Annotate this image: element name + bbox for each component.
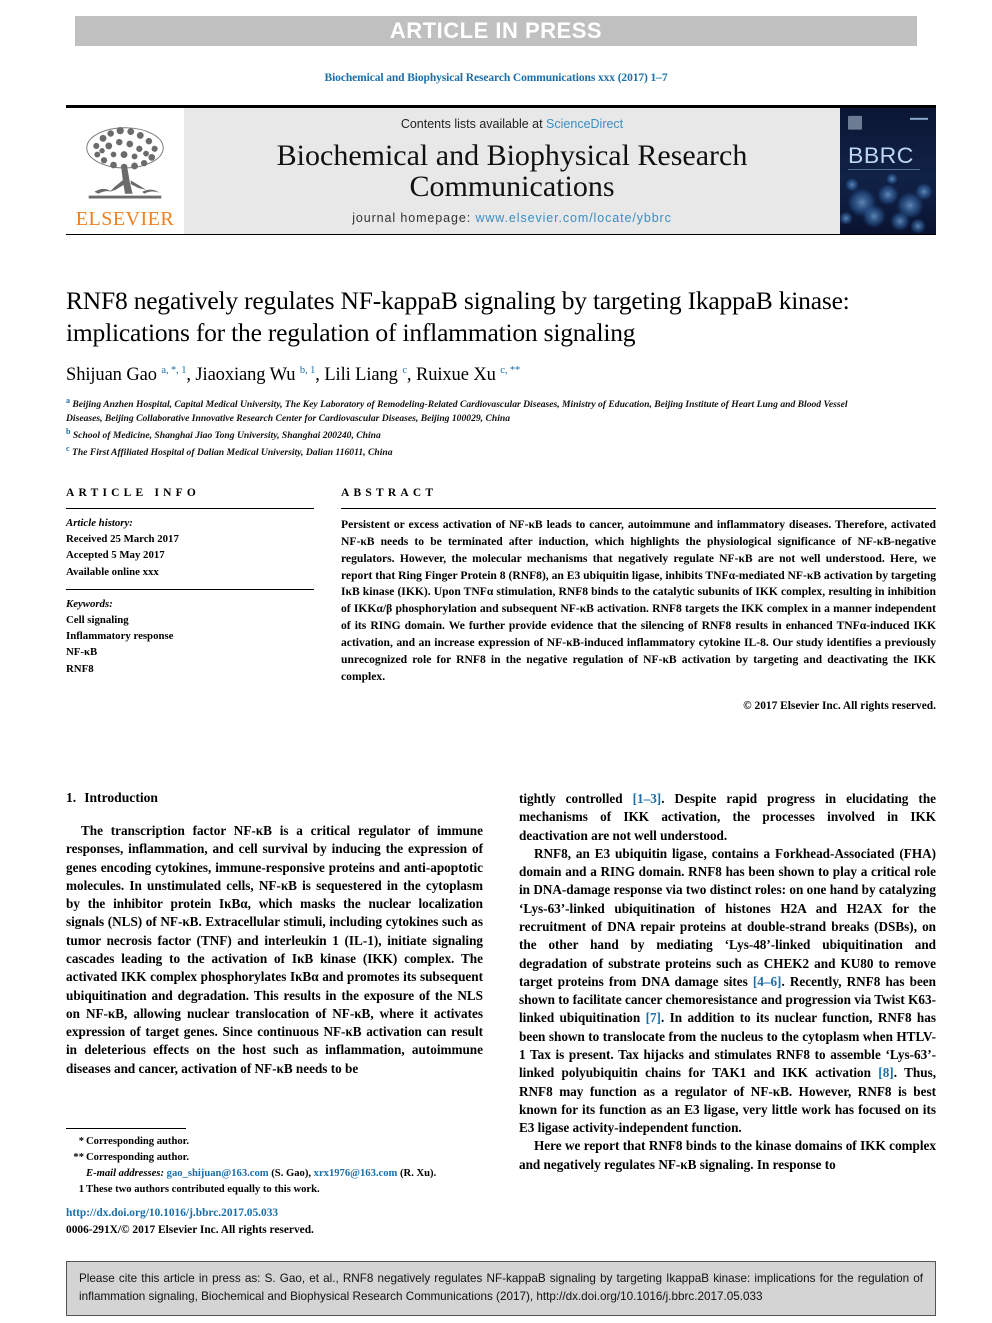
citation-ref[interactable]: [7] xyxy=(646,1010,661,1025)
keyword-item: Cell signaling xyxy=(66,613,129,626)
email-owner-gao: (S. Gao) xyxy=(271,1168,309,1180)
affiliation-marker: a xyxy=(66,396,70,406)
article-history-label: Article history: xyxy=(66,517,133,529)
elsevier-logo: ELSEVIER xyxy=(66,108,184,234)
section-number: 1. xyxy=(66,790,77,805)
affiliation-marker: c xyxy=(66,443,70,453)
footnote-marker: * xyxy=(78,1136,84,1147)
masthead-center: Contents lists available at ScienceDirec… xyxy=(184,108,840,234)
column-gap xyxy=(314,487,341,712)
page-title: RNF8 negatively regulates NF-kappaB sign… xyxy=(66,286,850,348)
footnote-text: These two authors contributed equally to… xyxy=(86,1184,320,1196)
keyword-item: Inflammatory response xyxy=(66,630,174,643)
history-item: Available online xxx xyxy=(66,565,159,578)
article-in-press-label: ARTICLE IN PRESS xyxy=(389,18,603,43)
abstract-copyright: © 2017 Elsevier Inc. All rights reserved… xyxy=(743,699,936,712)
affiliation-item: b School of Medicine, Shanghai Jiao Tong… xyxy=(66,426,381,441)
journal-homepage-line: journal homepage: www.elsevier.com/locat… xyxy=(184,211,840,225)
footnote-equal-contribution: 1 These two authors contributed equally t… xyxy=(66,1182,483,1198)
footnote-marker: ** xyxy=(73,1152,84,1164)
citation-ref[interactable]: [4–6] xyxy=(753,974,782,989)
affiliation-marker: b xyxy=(66,426,71,436)
body-column-gap xyxy=(483,790,519,1174)
text-run: tightly controlled xyxy=(519,791,633,806)
history-item: Received 25 March 2017 xyxy=(66,533,179,546)
info-abstract-band: ARTICLE INFO Article history: Received 2… xyxy=(66,487,936,712)
abstract-column: ABSTRACT Persistent or excess activation… xyxy=(341,487,936,712)
article-info-column: ARTICLE INFO Article history: Received 2… xyxy=(66,487,314,712)
keywords-label: Keywords: xyxy=(66,597,113,610)
footnote-corresponding-1: * Corresponding author. xyxy=(66,1134,483,1150)
abstract-text: Persistent or excess activation of NF-κB… xyxy=(341,518,936,683)
title-block: RNF8 negatively regulates NF-kappaB sign… xyxy=(66,285,876,459)
article-history-block: Article history: Received 25 March 2017 … xyxy=(66,509,314,580)
sciencedirect-link[interactable]: ScienceDirect xyxy=(546,117,623,131)
svg-text:BBRC: BBRC xyxy=(848,142,914,168)
section-name: Introduction xyxy=(84,790,158,805)
keyword-item: NF-κB xyxy=(66,646,98,659)
article-info-heading: ARTICLE INFO xyxy=(66,487,201,499)
article-in-press-banner: ARTICLE IN PRESS xyxy=(75,16,917,46)
homepage-url-link[interactable]: www.elsevier.com/locate/ybbrc xyxy=(475,211,671,225)
bbrc-cover-art: BBRC xyxy=(840,108,936,234)
email-link-gao[interactable]: gao_shijuan@163.com xyxy=(167,1168,269,1179)
elsevier-wordmark: ELSEVIER xyxy=(75,208,175,230)
affiliation-item: a Beijing Anzhen Hospital, Capital Medic… xyxy=(66,396,848,425)
paper-page: ARTICLE IN PRESS Biochemical and Biophys… xyxy=(0,0,992,1323)
email-addresses-label: E-mail addresses: xyxy=(86,1168,164,1180)
body-left-column: 1. Introduction The transcription factor … xyxy=(66,790,483,1174)
doi-link[interactable]: http://dx.doi.org/10.1016/j.bbrc.2017.05… xyxy=(66,1205,506,1222)
citation-ref[interactable]: [8] xyxy=(878,1065,893,1080)
email-link-xu[interactable]: xrx1976@163.com xyxy=(314,1168,398,1179)
footnote-text: Corresponding author. xyxy=(86,1136,190,1147)
intro-paragraph-left: The transcription factor NF-κB is a crit… xyxy=(66,823,483,1076)
footnotes-block: * Corresponding author. ** Corresponding a… xyxy=(66,1128,483,1198)
footnote-corresponding-2: ** Corresponding author. xyxy=(66,1150,483,1166)
affiliation-item: c The First Affiliated Hospital of Dalia… xyxy=(66,443,393,458)
footnote-marker: 1 xyxy=(78,1184,84,1196)
intro-paragraph-right-1: tightly controlled [1–3]. Despite rapid … xyxy=(519,790,936,845)
affiliation-list: a Beijing Anzhen Hospital, Capital Medic… xyxy=(66,395,876,459)
homepage-label: journal homepage: xyxy=(352,211,476,225)
text-run: RNF8, an E3 ubiquitin ligase, contains a… xyxy=(519,845,936,989)
journal-title: Biochemical and Biophysical Research Com… xyxy=(276,138,748,203)
citation-box: Please cite this article in press as: S.… xyxy=(66,1261,936,1317)
doi-block: http://dx.doi.org/10.1016/j.bbrc.2017.05… xyxy=(66,1205,506,1238)
footnote-rule xyxy=(66,1128,186,1129)
citation-ref[interactable]: [1–3] xyxy=(633,791,662,806)
abstract-heading: ABSTRACT xyxy=(341,487,438,499)
contents-prefix: Contents lists available at xyxy=(400,117,547,131)
citation-text: Please cite this article in press as: S.… xyxy=(79,1272,923,1304)
journal-masthead: ELSEVIER Contents lists available at Sci… xyxy=(66,105,936,235)
issn-copyright-line: 0006-291X/© 2017 Elsevier Inc. All right… xyxy=(66,1223,314,1236)
email-owner-xu: (R. Xu). xyxy=(400,1168,437,1180)
history-item: Accepted 5 May 2017 xyxy=(66,549,165,562)
elsevier-tree-icon xyxy=(86,127,164,199)
author-list: Shijuan Gao a, *, 1, Jiaoxiang Wu b, 1, … xyxy=(66,365,521,386)
body-columns: 1. Introduction The transcription factor … xyxy=(66,790,936,1174)
body-right-column: tightly controlled [1–3]. Despite rapid … xyxy=(519,790,936,1174)
footnote-text: Corresponding author. xyxy=(86,1152,190,1164)
bbrc-journal-cover: BBRC xyxy=(840,108,936,234)
section-title-introduction: 1. Introduction xyxy=(66,790,483,806)
intro-paragraph-right-2: RNF8, an E3 ubiquitin ligase, contains a… xyxy=(519,845,936,1138)
footnote-emails: E-mail addresses: gao_shijuan@163.com (S… xyxy=(86,1168,437,1180)
contents-available-line: Contents lists available at ScienceDirec… xyxy=(184,117,840,131)
keyword-item: RNF8 xyxy=(66,662,94,675)
intro-paragraph-right-3: Here we report that RNF8 binds to the ki… xyxy=(519,1138,936,1172)
keywords-block: Keywords: Cell signaling Inflammatory re… xyxy=(66,590,314,677)
journal-running-head: Biochemical and Biophysical Research Com… xyxy=(324,72,668,84)
